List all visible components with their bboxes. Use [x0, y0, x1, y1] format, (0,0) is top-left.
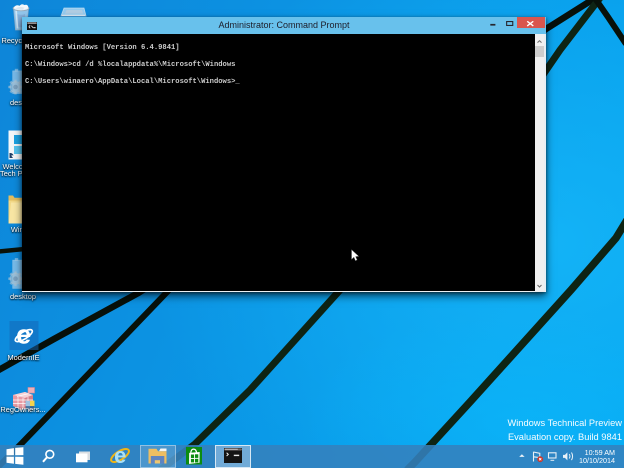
svg-text:e: e [16, 320, 31, 350]
svg-text:e: e [114, 445, 126, 466]
